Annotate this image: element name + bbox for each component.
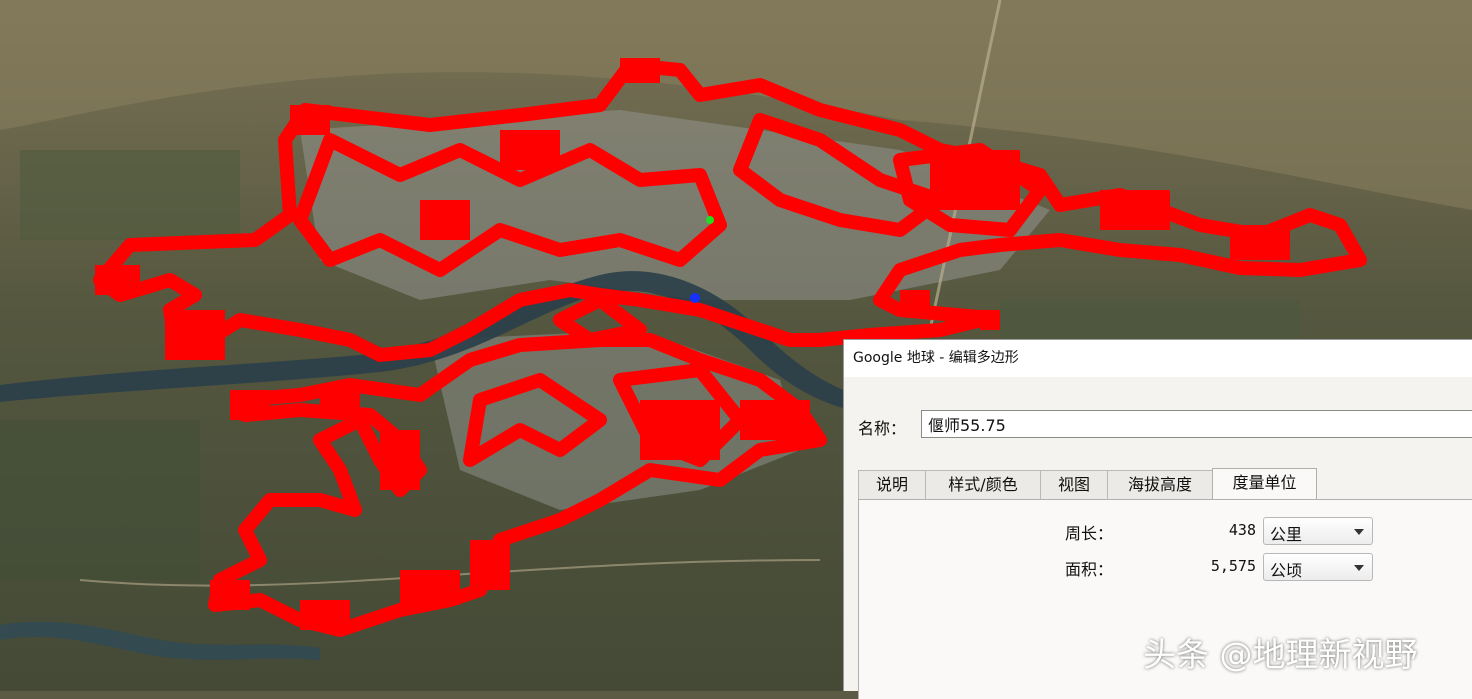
area-unit-select[interactable]: 公顷 — [1263, 553, 1373, 581]
field-patch — [0, 420, 200, 580]
area-row: 面积： 5,575 公顷 — [859, 553, 1472, 581]
vertex-marker-blue[interactable] — [690, 293, 700, 303]
tab-altitude[interactable]: 海拔高度 — [1107, 470, 1213, 499]
tab-description[interactable]: 说明 — [858, 470, 926, 499]
tab-measurements[interactable]: 度量单位 — [1212, 468, 1317, 500]
perimeter-label: 周长： — [1065, 524, 1114, 543]
perimeter-unit-text: 公里 — [1270, 525, 1303, 544]
area-unit-text: 公顷 — [1270, 561, 1303, 580]
name-row: 名称： — [844, 410, 1472, 440]
dialog-title: Google 地球 - 编辑多边形 — [844, 340, 1472, 377]
perimeter-value: 438 — [1228, 521, 1256, 539]
name-input[interactable] — [921, 410, 1472, 438]
chevron-down-icon — [1354, 529, 1364, 535]
perimeter-row: 周长： 438 公里 — [859, 517, 1472, 545]
tab-view[interactable]: 视图 — [1040, 470, 1108, 499]
perimeter-unit-select[interactable]: 公里 — [1263, 517, 1373, 545]
chevron-down-icon — [1354, 565, 1364, 571]
field-patch — [20, 150, 240, 240]
tab-style-color[interactable]: 样式/颜色 — [925, 470, 1041, 499]
name-label: 名称： — [858, 419, 907, 438]
area-label: 面积： — [1065, 560, 1114, 579]
area-value: 5,575 — [1210, 557, 1256, 575]
vertex-marker-green[interactable] — [706, 216, 714, 224]
watermark: 头条 @地理新视野 — [1143, 635, 1418, 674]
field-patch — [1000, 300, 1300, 340]
